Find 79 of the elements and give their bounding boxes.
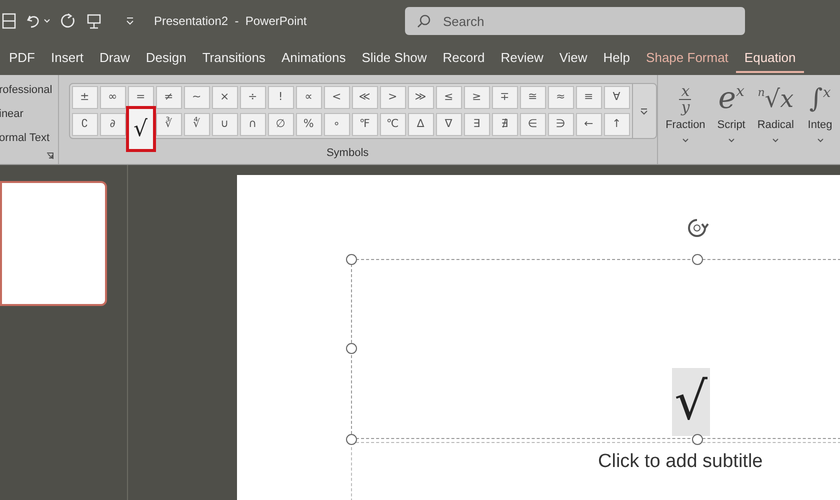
symbol-button[interactable]: > xyxy=(380,86,406,109)
symbol-button[interactable]: ∜ xyxy=(184,113,210,136)
ribbon-tab[interactable]: Draw xyxy=(92,44,138,72)
caret-icon[interactable] xyxy=(44,19,50,23)
undo-icon[interactable] xyxy=(26,13,42,29)
symbol-button[interactable]: × xyxy=(212,86,238,109)
symbol-button[interactable]: ≥ xyxy=(464,86,490,109)
caret-icon xyxy=(682,138,689,142)
ribbon-tab[interactable]: Animations xyxy=(273,44,354,72)
ribbon-tab[interactable]: Equation xyxy=(736,44,804,72)
group-label: Symbols xyxy=(326,146,369,160)
symbol-button[interactable]: ∓ xyxy=(492,86,518,109)
structure-button[interactable]: x y Fraction xyxy=(664,75,708,164)
symbol-button[interactable]: ∀ xyxy=(604,86,630,109)
symbol-button[interactable]: ℃ xyxy=(380,113,406,136)
equation: √ xyxy=(672,368,710,436)
ribbon-tab[interactable]: Design xyxy=(138,44,194,72)
symbol-button[interactable]: ≤ xyxy=(436,86,462,109)
ribbon-tab[interactable]: Record xyxy=(434,44,493,72)
ribbon-tab[interactable]: Shape Format xyxy=(638,44,736,72)
symbol-button[interactable]: ± xyxy=(72,86,98,109)
symbol-button[interactable]: ∪ xyxy=(212,113,238,136)
symbol-button[interactable]: ∂ xyxy=(100,113,126,136)
symbol-button[interactable]: ∝ xyxy=(296,86,322,109)
customize-icon[interactable] xyxy=(126,17,134,25)
symbol-button[interactable]: ≪ xyxy=(352,86,378,109)
symbol-button[interactable]: ≫ xyxy=(408,86,434,109)
search-field[interactable]: Search xyxy=(405,7,745,35)
ribbon-tab[interactable]: Transitions xyxy=(194,44,274,72)
symbol-button[interactable]: ∩ xyxy=(240,113,266,136)
symbol-button[interactable]: ↑ xyxy=(604,113,630,136)
symbol-button[interactable]: ∅ xyxy=(268,113,294,136)
slide-thumbnail[interactable] xyxy=(0,181,107,306)
resize-handle[interactable] xyxy=(346,343,357,354)
ribbon-tab[interactable]: Insert xyxy=(43,44,92,72)
symbol-button[interactable]: < xyxy=(324,86,350,109)
presenter-icon[interactable] xyxy=(86,13,102,29)
symbol-button[interactable]: ← xyxy=(576,113,602,136)
caret-icon xyxy=(728,138,735,142)
symbol-button[interactable]: ! xyxy=(268,86,294,109)
symbol-button[interactable]: ∋ xyxy=(548,113,574,136)
symbol-button[interactable]: ∇ xyxy=(436,113,462,136)
resize-handle[interactable] xyxy=(346,434,357,445)
symbol-button[interactable]: ∃ xyxy=(464,113,490,136)
symbol-button[interactable]: ∘ xyxy=(324,113,350,136)
dialog-launcher-icon[interactable] xyxy=(46,152,54,160)
resize-handle[interactable] xyxy=(692,434,703,445)
symbol-button[interactable]: ∈ xyxy=(520,113,546,136)
redo-icon[interactable] xyxy=(60,13,76,29)
symbol-button[interactable]: ÷ xyxy=(240,86,266,109)
save-icon[interactable] xyxy=(2,13,16,29)
symbol-button[interactable]: ∆ xyxy=(408,113,434,136)
caret-icon xyxy=(816,138,824,142)
symbol-button[interactable]: ≡ xyxy=(576,86,602,109)
caret-icon xyxy=(772,138,780,142)
format-option[interactable]: rofessional xyxy=(0,82,58,106)
symbol-button[interactable]: ∄ xyxy=(492,113,518,136)
symbol-button[interactable]: ∛ xyxy=(156,113,182,136)
expand-icon xyxy=(640,108,648,114)
symbol-button[interactable]: ~ xyxy=(184,86,210,109)
window-title: Presentation2 - PowerPoint xyxy=(154,13,307,30)
symbol-button[interactable]: ≠ xyxy=(156,86,182,109)
ribbon-tab[interactable]: Slide Show xyxy=(354,44,435,72)
resize-handle[interactable] xyxy=(692,254,703,265)
symbol-button[interactable]: ∞ xyxy=(100,86,126,109)
symbol-button[interactable]: ∁ xyxy=(72,113,98,136)
symbol-button[interactable]: ≅ xyxy=(520,86,546,109)
search-icon xyxy=(417,14,431,28)
ribbon-tab[interactable]: View xyxy=(551,44,596,72)
symbol-button[interactable]: ℉ xyxy=(352,113,378,136)
symbol-button[interactable]: % xyxy=(296,113,322,136)
symbol-button[interactable]: ≈ xyxy=(548,86,574,109)
ribbon-tab[interactable]: Review xyxy=(492,44,552,72)
rotate-handle-icon[interactable] xyxy=(685,216,709,240)
format-option[interactable]: inear xyxy=(0,106,58,130)
ribbon-tab[interactable]: Help xyxy=(595,44,638,72)
ribbon-tab[interactable]: PDF xyxy=(1,44,43,72)
resize-handle[interactable] xyxy=(346,254,357,265)
symbol-button[interactable]: √ xyxy=(126,106,156,152)
